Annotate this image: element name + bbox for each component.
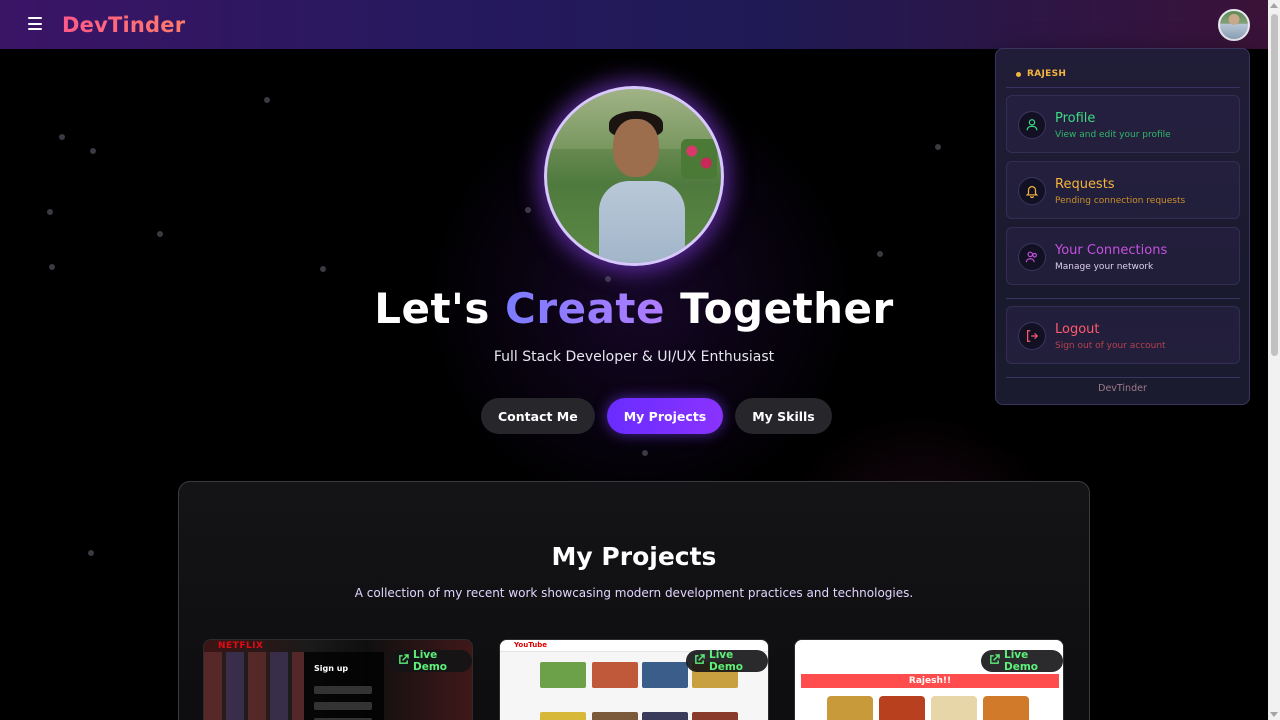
user-icon	[1018, 111, 1046, 139]
star	[264, 97, 270, 103]
live-demo-label: Live Demo	[413, 649, 447, 673]
netflix-logo: NETFLIX	[218, 641, 264, 651]
star	[605, 276, 611, 282]
video-thumbnail	[642, 662, 688, 688]
bell-icon	[1018, 177, 1046, 205]
netflix-signup-form: Sign up	[304, 652, 384, 720]
hero-title-part1: Let's	[374, 284, 506, 333]
live-demo-button[interactable]: Live Demo	[981, 649, 1063, 673]
user-avatar[interactable]	[1218, 9, 1250, 41]
form-field	[314, 702, 372, 710]
menu-item-connections[interactable]: Your Connections Manage your network	[1006, 227, 1240, 285]
video-thumbnail	[540, 712, 586, 720]
live-demo-label: Live Demo	[1004, 649, 1038, 673]
food-item-image	[879, 696, 925, 720]
contact-me-button[interactable]: Contact Me	[481, 398, 595, 434]
star	[935, 144, 941, 150]
status-dot-icon	[1016, 71, 1021, 77]
dropdown-footer: DevTinder	[1098, 383, 1147, 394]
divider	[1006, 298, 1240, 299]
live-demo-label: Live Demo	[709, 649, 743, 673]
netflix-posters-image	[204, 652, 304, 720]
menu-item-logout[interactable]: Logout Sign out of your account	[1006, 306, 1240, 364]
dropdown-username: RAJESH	[1016, 69, 1066, 79]
star	[877, 251, 883, 257]
star	[642, 450, 648, 456]
project-card-netflix[interactable]: NETFLIX Sign up Live Demo	[203, 639, 473, 720]
my-projects-button[interactable]: My Projects	[606, 398, 724, 434]
username-label: RAJESH	[1027, 69, 1067, 79]
divider	[1006, 87, 1240, 88]
star	[88, 550, 94, 556]
form-field	[314, 686, 372, 694]
user-dropdown-menu: RAJESH Profile View and edit your profil…	[995, 48, 1250, 405]
logout-label: Logout	[1055, 322, 1100, 337]
food-banner: Rajesh!!	[801, 674, 1059, 688]
project-card-youtube[interactable]: YouTube Live Demo	[499, 639, 769, 720]
logout-description: Sign out of your account	[1055, 341, 1166, 351]
my-skills-button[interactable]: My Skills	[735, 398, 832, 434]
external-link-icon	[398, 654, 409, 668]
scroll-up-arrow-icon[interactable]	[1270, 3, 1278, 8]
video-thumbnail	[540, 662, 586, 688]
video-thumbnail	[592, 662, 638, 688]
requests-description: Pending connection requests	[1055, 196, 1186, 206]
star	[320, 266, 326, 272]
star	[47, 209, 53, 215]
food-item-image	[827, 696, 873, 720]
connections-label: Your Connections	[1055, 243, 1168, 258]
scroll-down-arrow-icon[interactable]	[1270, 712, 1278, 717]
users-icon	[1018, 243, 1046, 271]
youtube-logo: YouTube	[514, 641, 547, 649]
star	[525, 207, 531, 213]
star	[157, 231, 163, 237]
signup-title: Sign up	[314, 664, 349, 673]
connections-description: Manage your network	[1055, 262, 1154, 272]
projects-section: My Projects A collection of my recent wo…	[178, 481, 1090, 720]
external-link-icon	[989, 654, 1000, 668]
menu-item-requests[interactable]: Requests Pending connection requests	[1006, 161, 1240, 219]
video-thumbnail	[592, 712, 638, 720]
logout-icon	[1018, 322, 1046, 350]
profile-label: Profile	[1055, 111, 1096, 126]
scrollbar-thumb[interactable]	[1271, 14, 1278, 356]
food-item-image	[983, 696, 1029, 720]
hero-button-group: Contact Me My Projects My Skills	[481, 398, 832, 434]
divider	[1006, 377, 1240, 378]
project-card-food[interactable]: Rajesh!! Live Demo	[794, 639, 1064, 720]
top-navbar: DevTinder	[0, 0, 1268, 49]
video-thumbnail	[642, 712, 688, 720]
hero-title-part2: Together	[664, 284, 894, 333]
video-thumbnail	[692, 712, 738, 720]
projects-title: My Projects	[551, 542, 717, 571]
star	[49, 264, 55, 270]
menu-item-profile[interactable]: Profile View and edit your profile	[1006, 95, 1240, 153]
requests-label: Requests	[1055, 177, 1115, 192]
live-demo-button[interactable]: Live Demo	[686, 649, 768, 673]
star	[90, 148, 96, 154]
hamburger-menu-icon[interactable]	[28, 17, 42, 30]
star	[59, 134, 65, 140]
live-demo-button[interactable]: Live Demo	[390, 649, 472, 673]
profile-description: View and edit your profile	[1055, 130, 1171, 140]
brand-logo[interactable]: DevTinder	[62, 13, 185, 37]
hero-title-accent: Create	[505, 284, 665, 333]
page-scrollbar[interactable]	[1268, 0, 1280, 720]
food-item-image	[931, 696, 977, 720]
projects-subtitle: A collection of my recent work showcasin…	[354, 586, 914, 600]
external-link-icon	[694, 654, 705, 668]
hero-profile-photo	[544, 86, 724, 266]
